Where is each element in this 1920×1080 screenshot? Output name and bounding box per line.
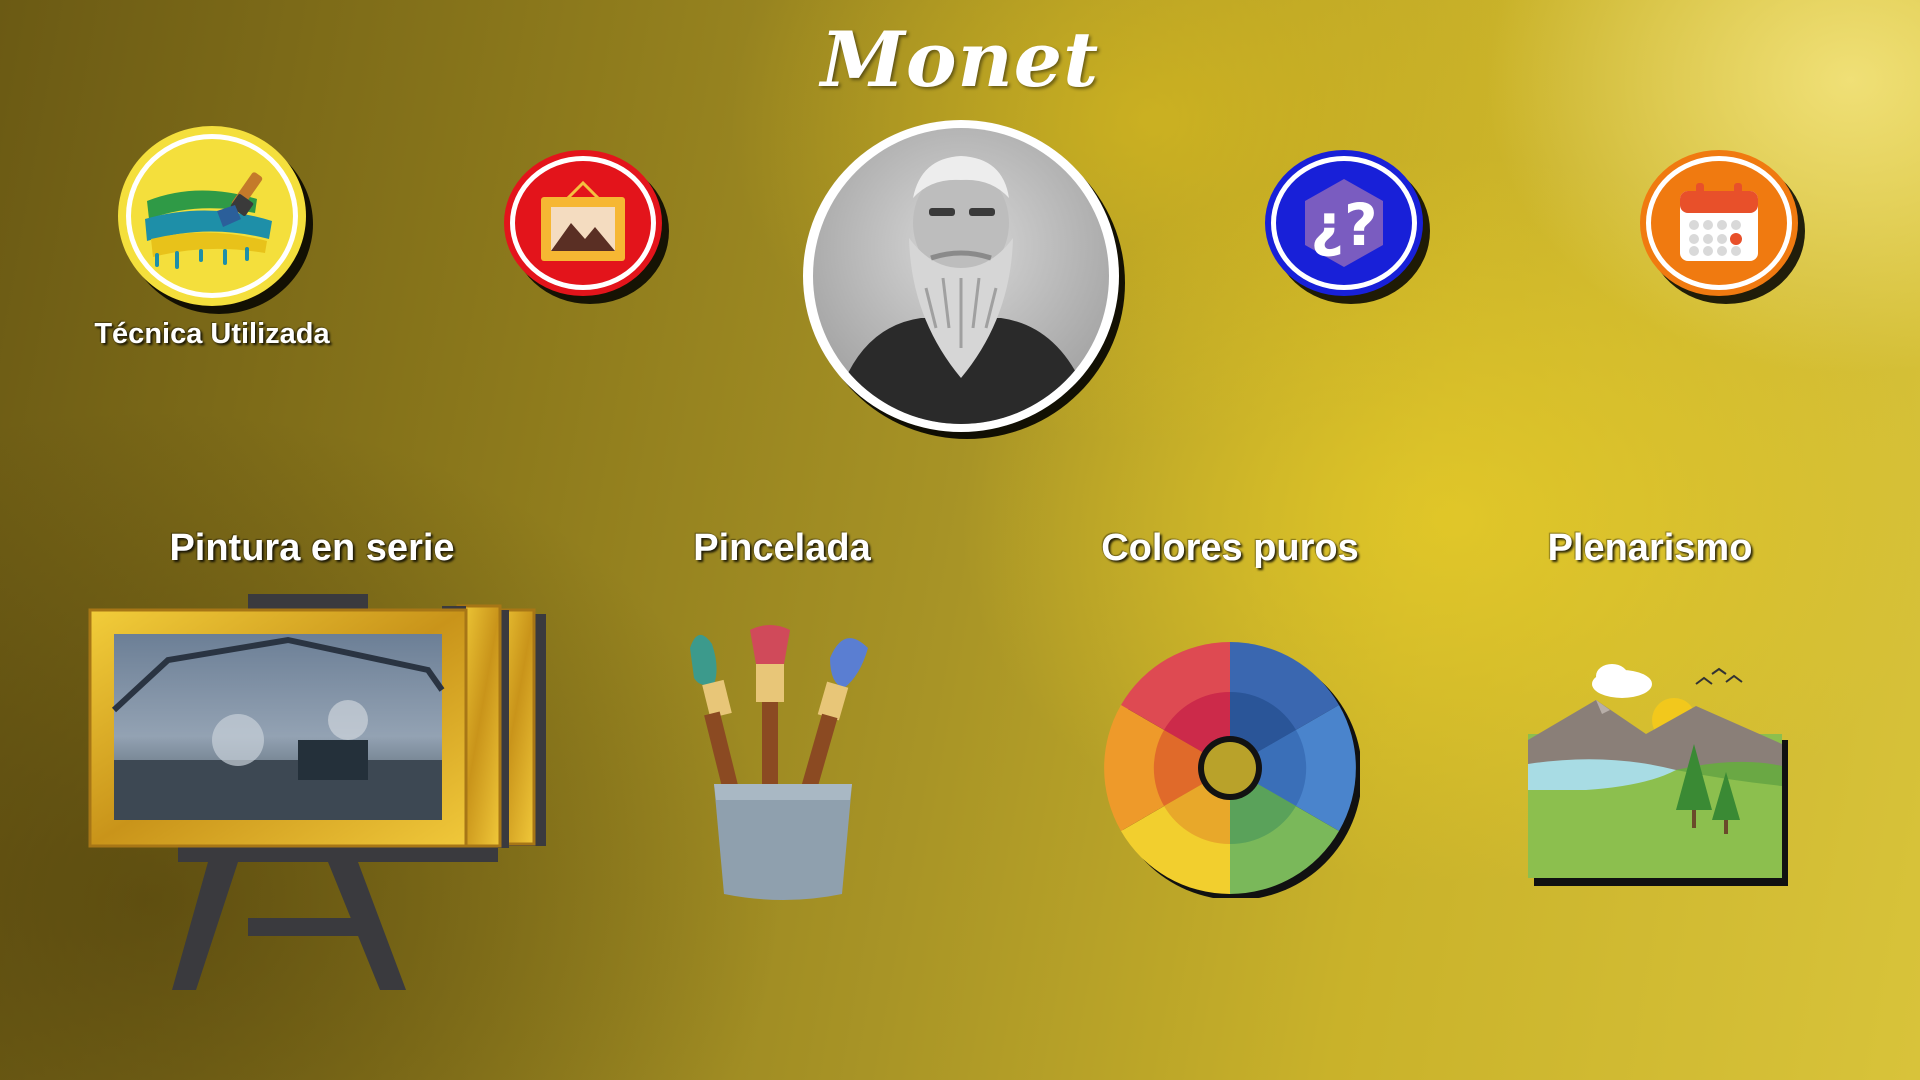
category-label-pintura-en-serie: Pintura en serie: [169, 527, 455, 569]
button-ring: [1646, 156, 1792, 290]
category-label-colores-puros: Colores puros: [1101, 527, 1359, 569]
info-button[interactable]: ¿?: [1265, 150, 1423, 296]
button-ring: [510, 156, 656, 290]
button-ring: [1271, 156, 1417, 290]
paintings-button[interactable]: [504, 150, 662, 296]
tecnica-utilizada-button[interactable]: [118, 126, 306, 306]
easel-icon[interactable]: [88, 590, 558, 1000]
monet-portrait: [803, 120, 1119, 432]
category-label-pincelada: Pincelada: [693, 527, 871, 569]
landscape-icon[interactable]: [1526, 660, 1792, 886]
paintbrushes-icon[interactable]: [684, 624, 884, 904]
category-label-plenarismo: Plenarismo: [1547, 527, 1753, 569]
button-ring: [126, 134, 298, 298]
page-title: Monet: [820, 15, 1100, 104]
calendar-button[interactable]: [1640, 150, 1798, 296]
color-wheel-icon[interactable]: [1100, 638, 1362, 900]
portrait-photo: [813, 128, 1109, 424]
tecnica-utilizada-label: Técnica Utilizada: [94, 318, 330, 350]
